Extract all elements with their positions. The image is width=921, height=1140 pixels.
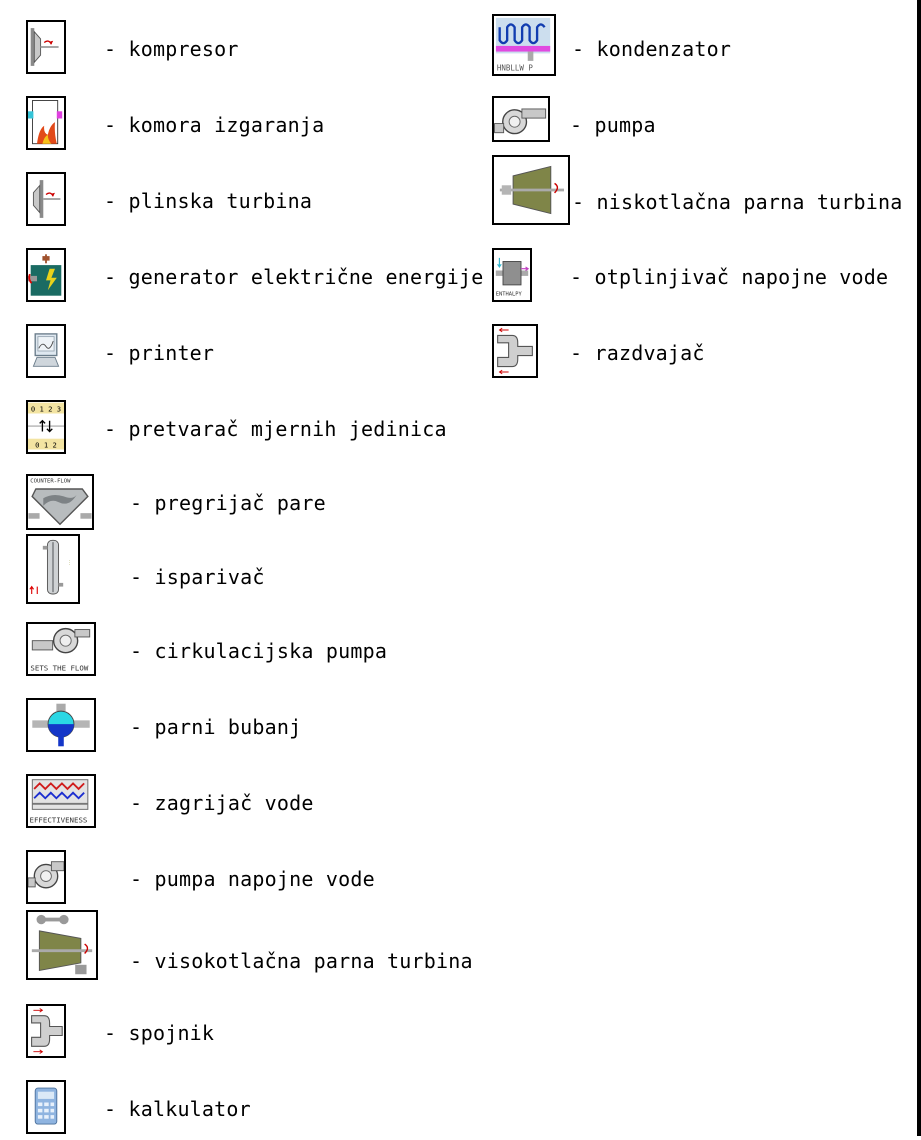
mixer-icon (26, 1004, 66, 1058)
feedwater-pump-icon (26, 850, 66, 904)
page-right-border (917, 0, 921, 1136)
evaporator-icon: ⋮ (26, 534, 80, 604)
legend-label: - parni bubanj (130, 715, 302, 739)
svg-text:⋮: ⋮ (67, 560, 73, 566)
legend-label: - plinska turbina (104, 189, 313, 213)
legend-label: - niskotlačna parna turbina (572, 190, 903, 214)
legend-label: - printer (104, 341, 215, 365)
legend-label: - razdvajač (570, 341, 705, 365)
legend-label: - pretvarač mjernih jedinica (104, 417, 447, 441)
legend-label: - pumpa napojne vode (130, 867, 375, 891)
deaerator-caption: ENTHALPY (496, 292, 523, 298)
pump-caption: SETS THE FLOW (30, 663, 88, 672)
unit-converter-icon: 0 1 2 3 0 1 2 (26, 400, 66, 454)
condenser-icon: HNBLLW P (492, 14, 556, 76)
converter-scale-bottom: 0 1 2 (35, 441, 57, 450)
superheater-caption: COUNTER-FLOW (30, 479, 71, 485)
legend-label: - zagrijač vode (130, 791, 314, 815)
pump-icon (492, 96, 550, 142)
legend-label: - kalkulator (104, 1097, 251, 1121)
legend-label: - visokotlačna parna turbina (130, 949, 473, 973)
generator-icon (26, 248, 66, 302)
splitter-icon (492, 324, 538, 378)
hp-steam-turbine-icon (26, 910, 98, 980)
water-heater-caption: EFFECTIVENESS (30, 815, 88, 824)
circulation-pump-icon: SETS THE FLOW (26, 622, 96, 676)
superheater-icon: COUNTER-FLOW (26, 474, 94, 530)
steam-drum-icon (26, 698, 96, 752)
legend-label: - kondenzator (572, 37, 732, 61)
condenser-caption: HNBLLW P (497, 63, 533, 72)
legend-label: - spojnik (104, 1021, 215, 1045)
legend-label: - isparivač (130, 565, 265, 589)
legend-label: - pregrijač pare (130, 491, 326, 515)
combustion-chamber-icon (26, 96, 66, 150)
compressor-icon (26, 20, 66, 74)
water-heater-icon: EFFECTIVENESS (26, 774, 96, 828)
legend-label: - pumpa (570, 113, 656, 137)
printer-icon (26, 324, 66, 378)
lp-steam-turbine-icon (492, 155, 570, 225)
converter-scale-top: 0 1 2 3 (31, 405, 61, 414)
legend-label: - otplinjivač napojne vode (570, 265, 889, 289)
calculator-icon (26, 1080, 66, 1134)
legend-label: - cirkulacijska pumpa (130, 639, 388, 663)
gas-turbine-icon (26, 172, 66, 226)
deaerator-icon: ENTHALPY (492, 248, 532, 302)
legend-label: - generator električne energije (104, 265, 484, 289)
legend-label: - kompresor (104, 37, 239, 61)
legend-label: - komora izgaranja (104, 113, 325, 137)
